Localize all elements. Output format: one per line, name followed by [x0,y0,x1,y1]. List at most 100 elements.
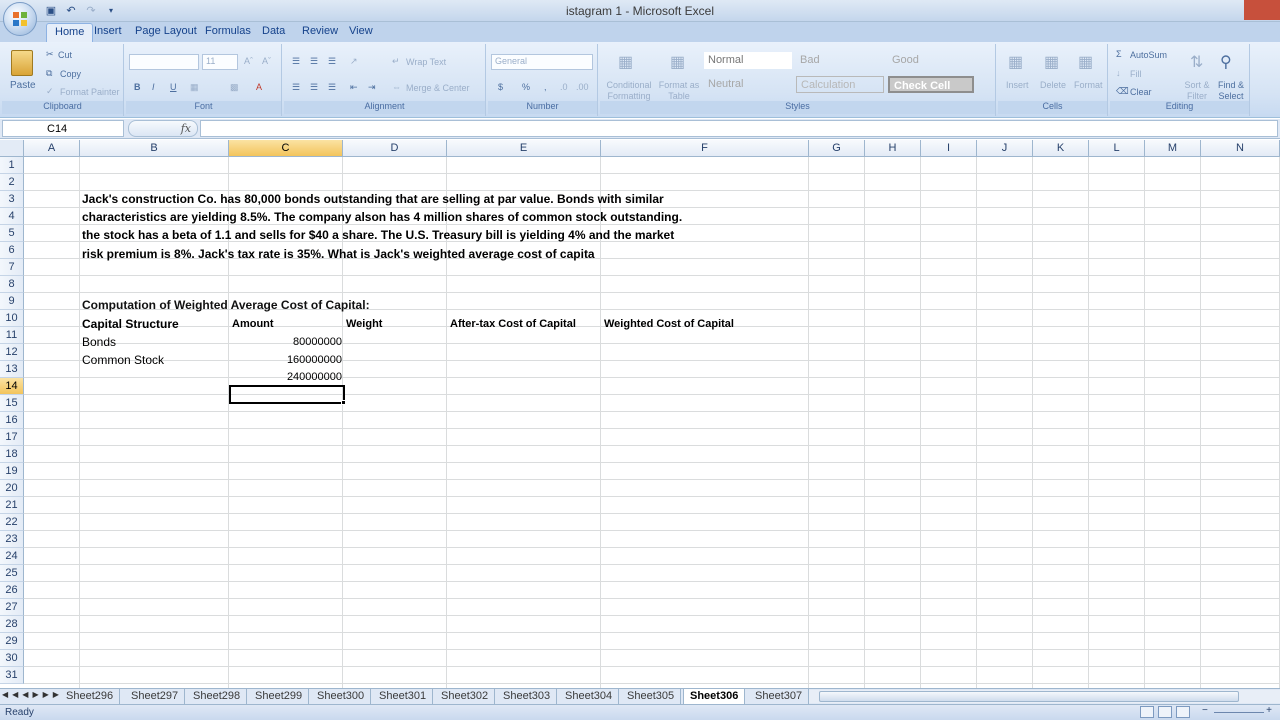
insert-cells-button[interactable]: Insert [1006,80,1029,90]
find-select-icon[interactable]: ⚲ [1220,52,1232,72]
align-right-icon[interactable]: ☰ [328,82,336,93]
header-weighted-cost[interactable]: Weighted Cost of Capital [604,316,734,333]
align-center-icon[interactable]: ☰ [310,82,318,93]
column-header-f[interactable]: F [601,140,809,157]
style-good[interactable]: Good [888,52,976,69]
clear-icon[interactable]: ⌫ [1116,86,1129,97]
row-header-6[interactable]: 6 [0,242,24,259]
increase-indent-icon[interactable]: ⇥ [368,82,376,93]
problem-text-line-3[interactable]: the stock has a beta of 1.1 and sells fo… [82,227,674,244]
decrease-indent-icon[interactable]: ⇤ [350,82,358,93]
increase-decimal-icon[interactable]: .0 [560,82,568,92]
style-neutral[interactable]: Neutral [704,76,792,93]
sheet-tab-sheet307[interactable]: Sheet307 [749,689,810,704]
wrap-text-icon[interactable]: ↵ [392,56,400,67]
total-amount[interactable]: 240000000 [230,369,342,386]
fill-color-icon[interactable]: ▩ [230,82,239,93]
column-header-a[interactable]: A [24,140,80,157]
sheet-tab-sheet302[interactable]: Sheet302 [435,689,496,704]
zoom-in-icon[interactable]: + [1266,705,1272,716]
conditional-formatting-icon[interactable]: ▦ [618,52,633,72]
active-cell-c14[interactable] [229,385,345,404]
tab-review[interactable]: Review [302,25,338,37]
orientation-icon[interactable]: ↗ [350,56,358,67]
problem-text-line-4[interactable]: risk premium is 8%. Jack's tax rate is 3… [82,246,595,263]
row-header-19[interactable]: 19 [0,463,24,480]
autosum-icon[interactable]: Σ [1116,49,1122,59]
tab-home[interactable]: Home [46,23,94,42]
horizontal-scrollbar[interactable] [808,690,1280,703]
style-check-cell[interactable]: Check Cell [888,76,974,93]
column-header-g[interactable]: G [809,140,865,157]
row-header-13[interactable]: 13 [0,361,24,378]
problem-text-line-2[interactable]: characteristics are yielding 8.5%. The c… [82,209,682,226]
worksheet-grid[interactable]: ABCDEFGHIJKLMN 1 2 3 4 5 6 7 8 9 10 11 12 13 14 15 16 17… [0,140,1280,688]
tab-view[interactable]: View [349,25,373,37]
currency-icon[interactable]: $ [498,82,503,92]
office-button[interactable] [3,2,37,36]
row-header-27[interactable]: 27 [0,599,24,616]
page-layout-view-icon[interactable] [1158,706,1172,718]
row-header-5[interactable]: 5 [0,225,24,242]
bold-icon[interactable]: B [134,82,141,92]
tab-formulas[interactable]: Formulas [205,25,251,37]
sort-filter-button[interactable]: Sort & Filter [1180,80,1214,102]
common-stock-amount[interactable]: 160000000 [230,352,342,369]
font-name-select[interactable] [129,54,199,70]
column-header-m[interactable]: M [1145,140,1201,157]
row-header-12[interactable]: 12 [0,344,24,361]
name-box[interactable]: C14 [2,120,124,137]
column-header-h[interactable]: H [865,140,921,157]
autosum-button[interactable]: AutoSum [1130,50,1167,60]
bonds-label[interactable]: Bonds [82,334,116,351]
align-left-icon[interactable]: ☰ [292,82,300,93]
tab-page-layout[interactable]: Page Layout [135,25,197,37]
row-header-20[interactable]: 20 [0,480,24,497]
copy-button[interactable]: Copy [60,69,81,79]
row-header-29[interactable]: 29 [0,633,24,650]
underline-icon[interactable]: U [170,82,177,92]
row-header-18[interactable]: 18 [0,446,24,463]
align-top-icon[interactable]: ☰ [292,56,300,67]
sheet-tab-sheet296[interactable]: Sheet296 [60,689,121,704]
column-header-c[interactable]: C [229,140,343,157]
delete-cells-icon[interactable]: ▦ [1044,52,1059,72]
comma-icon[interactable]: , [544,82,547,92]
shrink-font-icon[interactable]: Aˇ [262,56,271,66]
row-header-14[interactable]: 14 [0,378,24,395]
row-header-26[interactable]: 26 [0,582,24,599]
formula-input[interactable] [200,120,1278,137]
row-header-25[interactable]: 25 [0,565,24,582]
column-header-e[interactable]: E [447,140,601,157]
row-header-31[interactable]: 31 [0,667,24,684]
insert-function-button[interactable]: fx [128,120,198,137]
sheet-nav-arrows-icon[interactable]: ◀◀◀▶▶▶ [2,690,63,699]
row-header-22[interactable]: 22 [0,514,24,531]
delete-cells-button[interactable]: Delete [1040,80,1066,90]
column-header-k[interactable]: K [1033,140,1089,157]
fill-icon[interactable]: ↓ [1116,68,1121,78]
format-as-table-icon[interactable]: ▦ [670,52,685,72]
header-weight[interactable]: Weight [346,316,382,333]
number-format-select[interactable]: General [491,54,593,70]
sheet-tab-sheet300[interactable]: Sheet300 [311,689,372,704]
column-header-b[interactable]: B [80,140,229,157]
format-as-table-button[interactable]: Format as Table [656,80,702,102]
row-header-16[interactable]: 16 [0,412,24,429]
row-header-9[interactable]: 9 [0,293,24,310]
row-header-30[interactable]: 30 [0,650,24,667]
format-cells-icon[interactable]: ▦ [1078,52,1093,72]
sheet-tab-sheet304[interactable]: Sheet304 [559,689,620,704]
paste-icon[interactable] [11,50,33,76]
row-header-3[interactable]: 3 [0,191,24,208]
header-capital-structure[interactable]: Capital Structure [82,316,179,333]
conditional-formatting-button[interactable]: Conditional Formatting [603,80,655,102]
row-header-23[interactable]: 23 [0,531,24,548]
row-header-7[interactable]: 7 [0,259,24,276]
paste-button[interactable]: Paste [10,80,36,91]
style-bad[interactable]: Bad [796,52,884,69]
normal-view-icon[interactable] [1140,706,1154,718]
find-select-button[interactable]: Find & Select [1214,80,1248,102]
clear-button[interactable]: Clear [1130,87,1152,97]
header-after-tax-cost[interactable]: After-tax Cost of Capital [450,316,576,333]
